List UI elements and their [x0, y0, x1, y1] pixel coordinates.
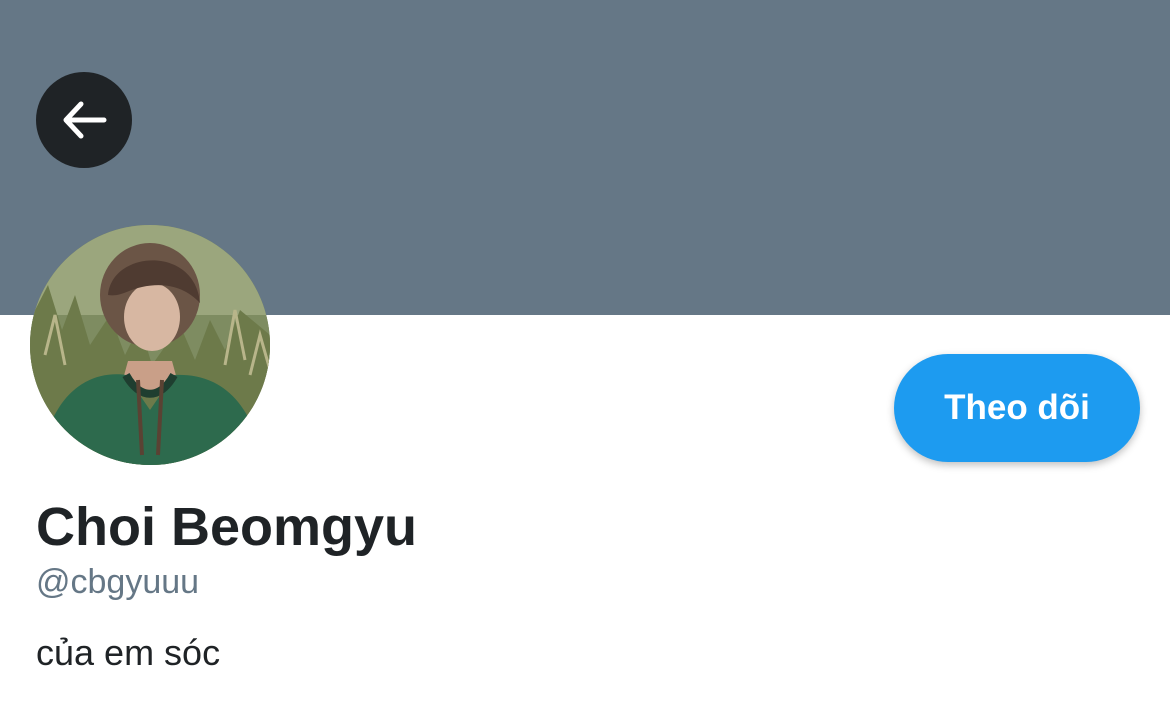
follow-button[interactable]: Theo dõi	[894, 354, 1140, 462]
avatar-photo	[30, 225, 270, 465]
back-button[interactable]	[36, 72, 132, 168]
profile-display-name: Choi Beomgyu	[36, 497, 418, 557]
arrow-left-icon	[63, 101, 107, 139]
profile-handle: @cbgyuuu	[36, 563, 200, 601]
profile-bio: của em sóc	[36, 632, 221, 673]
avatar[interactable]	[30, 225, 270, 465]
